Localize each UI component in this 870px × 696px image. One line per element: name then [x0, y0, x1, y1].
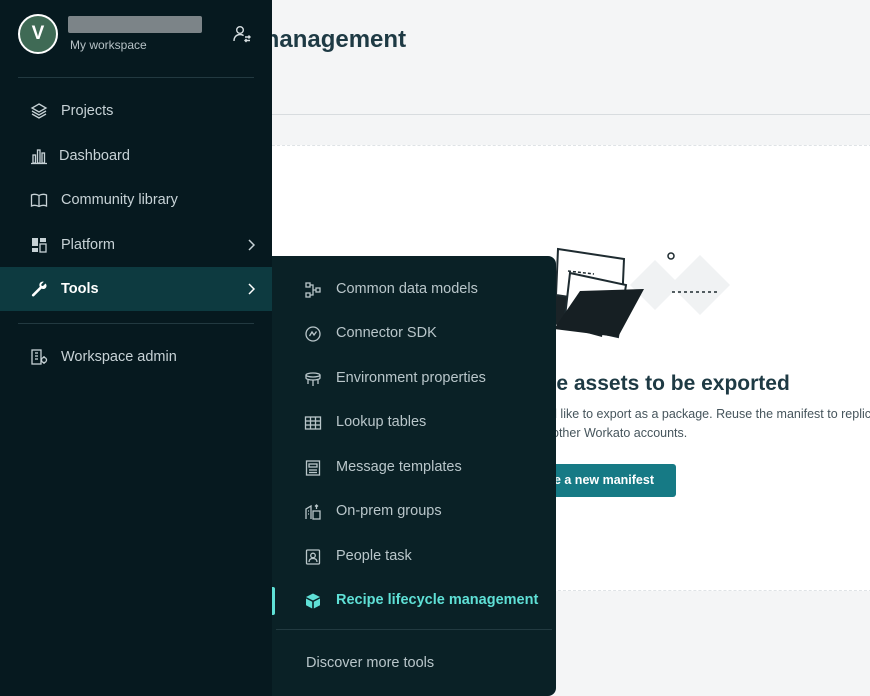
data-model-icon — [305, 282, 321, 298]
submenu-item-message-templates[interactable]: Message templates — [272, 448, 556, 488]
sidebar-item-projects[interactable]: Projects — [0, 89, 272, 133]
sidebar-item-label: Dashboard — [59, 148, 130, 164]
table-icon — [304, 416, 322, 430]
switch-user-icon[interactable] — [232, 24, 252, 44]
submenu-item-label: Lookup tables — [336, 414, 427, 430]
layers-icon — [30, 103, 48, 119]
folder-illustration-icon — [544, 247, 730, 339]
submenu-item-connector-sdk[interactable]: Connector SDK — [272, 314, 556, 354]
bar-chart-icon — [31, 149, 47, 165]
workspace-subtitle: My workspace — [70, 38, 147, 52]
submenu-item-label: People task — [336, 548, 412, 564]
cube-icon — [306, 593, 320, 609]
sidebar-item-platform[interactable]: Platform — [0, 223, 272, 267]
workspace-switcher[interactable]: V My workspace — [18, 14, 258, 58]
sidebar-item-label: Projects — [61, 103, 114, 119]
discover-more-tools-link[interactable]: Discover more tools — [306, 655, 434, 671]
submenu-item-lookup-tables[interactable]: Lookup tables — [272, 403, 556, 443]
submenu-item-label: Message templates — [336, 459, 462, 475]
sidebar-item-label: Workspace admin — [61, 349, 177, 365]
building-admin-icon — [31, 349, 48, 365]
wrench-icon — [31, 281, 47, 297]
submenu-item-environment-properties[interactable]: Environment properties — [272, 359, 556, 399]
environment-icon — [305, 372, 321, 386]
avatar: V — [18, 14, 58, 54]
submenu-item-label: Common data models — [336, 281, 478, 297]
sidebar-item-label: Community library — [61, 192, 178, 208]
sdk-icon — [305, 326, 321, 342]
workspace-name-redacted — [68, 16, 202, 33]
submenu-item-recipe-lifecycle-management[interactable]: Recipe lifecycle management — [272, 581, 556, 621]
sidebar-item-tools[interactable]: Tools — [0, 267, 272, 311]
submenu-item-label: On-prem groups — [336, 503, 442, 519]
sidebar-item-dashboard[interactable]: Dashboard — [0, 134, 272, 178]
sidebar-divider — [18, 323, 254, 324]
sidebar: V My workspace Projects Dashboard Commun… — [0, 0, 272, 696]
chevron-right-icon — [248, 283, 256, 295]
book-icon — [30, 193, 48, 208]
submenu-item-on-prem-groups[interactable]: On-prem groups — [272, 492, 556, 532]
template-icon — [305, 460, 321, 476]
sidebar-divider — [18, 77, 254, 78]
sidebar-item-label: Tools — [61, 281, 99, 297]
submenu-divider — [276, 629, 552, 630]
chevron-right-icon — [248, 239, 256, 251]
platform-grid-icon — [32, 238, 47, 253]
submenu-item-label: Connector SDK — [336, 325, 437, 341]
person-badge-icon — [305, 549, 321, 565]
onprem-icon — [305, 504, 321, 520]
sidebar-item-label: Platform — [61, 237, 115, 253]
submenu-item-label: Recipe lifecycle management — [336, 592, 539, 608]
tools-submenu: Common data models Connector SDK Environ… — [272, 256, 556, 696]
submenu-item-common-data-models[interactable]: Common data models — [272, 270, 556, 310]
active-indicator — [272, 587, 275, 615]
sidebar-item-community-library[interactable]: Community library — [0, 178, 272, 222]
submenu-item-people-task[interactable]: People task — [272, 537, 556, 577]
submenu-item-label: Environment properties — [336, 370, 486, 386]
sidebar-item-workspace-admin[interactable]: Workspace admin — [0, 335, 272, 379]
